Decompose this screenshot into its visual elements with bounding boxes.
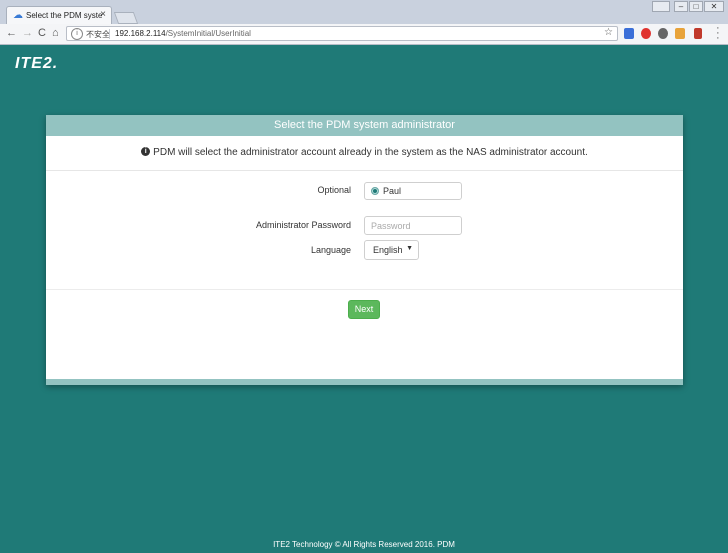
language-label: Language xyxy=(310,245,351,255)
url-path: /SystemInitial/UserInitial xyxy=(165,29,251,38)
info-icon[interactable]: i xyxy=(71,28,83,40)
optional-label: Optional xyxy=(317,185,351,195)
password-label: Administrator Password xyxy=(255,220,351,230)
radio-option-label: Paul xyxy=(383,186,402,196)
bookmark-star-icon[interactable]: ☆ xyxy=(604,27,613,38)
close-icon[interactable]: × xyxy=(100,9,106,20)
home-icon[interactable]: ⌂ xyxy=(52,27,59,39)
form-divider xyxy=(46,289,683,290)
user-profile-button[interactable] xyxy=(652,1,670,12)
info-circle-icon: i xyxy=(141,146,151,156)
card-title: Select the PDM system administrator xyxy=(46,115,683,136)
back-arrow-icon[interactable]: ← xyxy=(6,27,17,39)
maximize-button[interactable]: □ xyxy=(689,1,703,12)
browser-tab[interactable]: ☁ Select the PDM system × xyxy=(6,6,112,24)
forward-arrow-icon[interactable]: → xyxy=(22,27,33,39)
notice-row: i PDM will select the administrator accou… xyxy=(46,136,683,171)
address-divider xyxy=(109,29,110,39)
dark-mode-extension-icon[interactable] xyxy=(658,28,668,39)
card-footer-bar xyxy=(46,379,683,385)
tab-title: Select the PDM system xyxy=(26,11,102,20)
language-select[interactable]: English ▼ xyxy=(364,240,419,260)
chevron-down-icon: ▼ xyxy=(406,245,413,252)
red-extension-icon[interactable] xyxy=(694,28,702,39)
url-text: 192.168.2.114/SystemInitial/UserInitial xyxy=(115,29,251,38)
notice-text: PDM will select the administrator accoun… xyxy=(153,147,588,158)
admin-radio-option[interactable]: Paul xyxy=(364,182,462,200)
browser-tab-strip: ☁ Select the PDM system × – □ ✕ xyxy=(0,0,728,25)
ite2-logo: ITE2. xyxy=(15,55,59,72)
reload-icon[interactable]: C xyxy=(38,27,46,39)
cloud-icon: ☁ xyxy=(13,10,23,21)
opera-extension-icon[interactable] xyxy=(641,28,651,39)
language-selected-value: English xyxy=(373,245,403,255)
browser-menu-icon[interactable]: · · · xyxy=(716,23,720,44)
translate-extension-icon[interactable] xyxy=(624,28,634,39)
insecure-label: 不安全 xyxy=(86,30,110,39)
minimize-button[interactable]: – xyxy=(674,1,688,12)
browser-toolbar: ← → C ⌂ i 不安全 192.168.2.114/SystemInitia… xyxy=(0,24,728,45)
new-tab-button[interactable] xyxy=(113,12,139,24)
radio-selected-icon[interactable] xyxy=(371,187,379,195)
window-close-button[interactable]: ✕ xyxy=(704,1,724,12)
fox-extension-icon[interactable] xyxy=(675,28,685,39)
url-host: 192.168.2.114 xyxy=(115,29,166,38)
next-button[interactable]: Next xyxy=(348,300,380,319)
admin-password-input[interactable] xyxy=(364,216,462,235)
address-bar[interactable]: i 不安全 192.168.2.114/SystemInitial/UserIn… xyxy=(66,26,618,41)
page-footer: ITE2 Technology © All Rights Reserved 20… xyxy=(273,540,455,549)
admin-select-card: Select the PDM system administrator i PDM… xyxy=(46,115,683,385)
